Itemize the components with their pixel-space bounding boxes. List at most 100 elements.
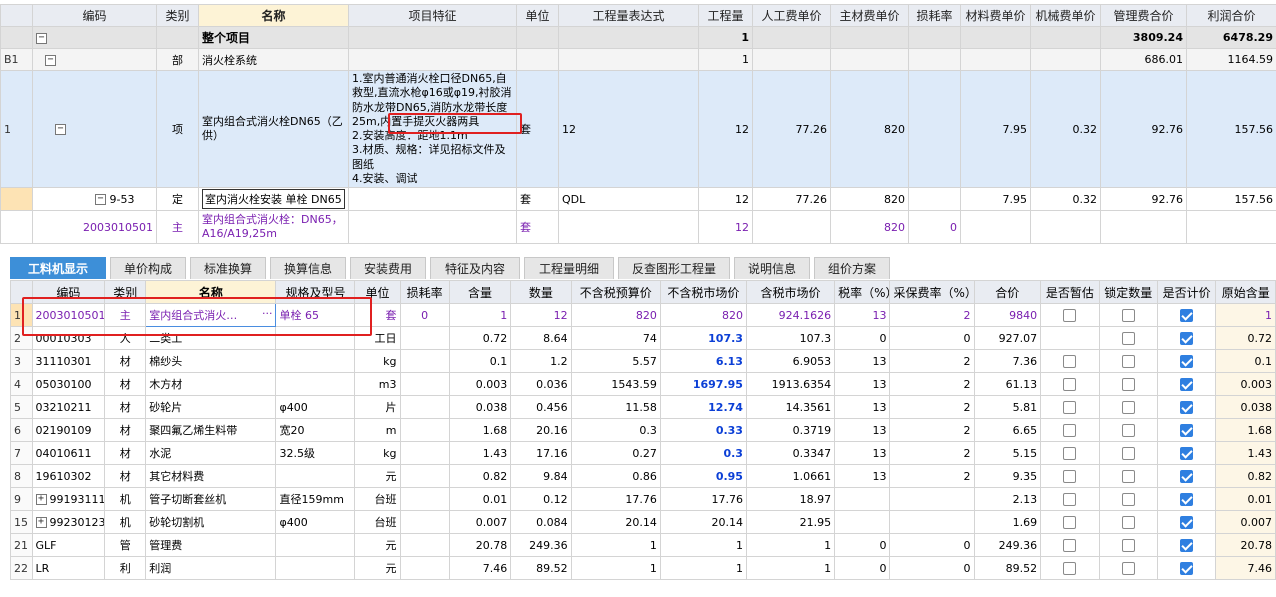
col-labor[interactable]: 人工费单价 <box>752 4 831 27</box>
col-code[interactable]: 编码 <box>31 280 106 304</box>
resource-row[interactable]: 8 19610302 材其它材料费元 0.82 9.84 0.86 0.95 1.0661 13… <box>10 464 1276 488</box>
row-main-material[interactable]: 2003010501 主 室内组合式消火栓：DN65，A16/A19,25m 套… <box>0 210 1276 244</box>
estimate-checkbox[interactable] <box>1063 469 1077 483</box>
col-features[interactable]: 项目特征 <box>348 4 517 27</box>
content-cell[interactable]: 0.01 <box>448 487 512 511</box>
col-content[interactable]: 含量 <box>448 280 512 304</box>
col-qty[interactable]: 工程量 <box>698 4 753 27</box>
market-cell[interactable]: 12.74 <box>659 395 747 419</box>
estimate-checkbox[interactable] <box>1063 561 1077 575</box>
content-cell[interactable]: 1.43 <box>448 441 512 465</box>
tab-standard-conversion[interactable]: 标准换算 <box>190 257 266 279</box>
priced-checkbox[interactable] <box>1180 354 1194 368</box>
col-loss[interactable]: 损耗率 <box>908 4 961 27</box>
col-fee-rate[interactable]: 采保费率（%） <box>889 280 975 304</box>
resource-row[interactable]: 1 2003010501 主室内组合式消火… ··· 单栓 65 套 0 1 12 820 820 9… <box>10 303 1276 327</box>
market-cell[interactable]: 17.76 <box>659 487 747 511</box>
col-original[interactable]: 原始含量 <box>1215 280 1276 304</box>
col-spec[interactable]: 规格及型号 <box>275 280 356 304</box>
expr-cell[interactable]: QDL <box>558 187 699 211</box>
content-cell[interactable]: 0.72 <box>448 326 512 350</box>
market-cell[interactable]: 0.3 <box>659 441 747 465</box>
name-cell[interactable]: 水泥 <box>145 441 277 465</box>
spec-cell[interactable] <box>275 349 356 373</box>
resource-row[interactable]: 6 02190109 材聚四氟乙烯生料带 宽20 m 1.68 20.16 0.3 0.33 0.… <box>10 418 1276 442</box>
resource-row[interactable]: 2 00010303 人二类工 工日 0.72 8.64 74 107.3 107.3 0 0 927… <box>10 326 1276 350</box>
col-priced[interactable]: 是否计价 <box>1156 280 1217 304</box>
features-cell[interactable]: 1.室内普通消火栓口径DN65,自救型,直流水枪φ16或φ19,衬胶消防水龙带D… <box>348 70 517 188</box>
resource-row[interactable]: 21 GLF 管管理费元 20.78 249.36 1 1 1 0 0 249.36 20.78 <box>10 533 1276 557</box>
content-cell[interactable]: 0.1 <box>448 349 512 373</box>
estimate-checkbox[interactable] <box>1063 308 1077 322</box>
name-cell[interactable]: 砂轮切割机 <box>145 510 277 534</box>
name-cell[interactable]: 室内消火栓安装 单栓 DN65 <box>198 187 349 211</box>
col-market-price-tax[interactable]: 含税市场价 <box>745 280 836 304</box>
priced-checkbox[interactable] <box>1180 469 1194 483</box>
market-cell[interactable]: 20.14 <box>659 510 747 534</box>
row-quota[interactable]: − 9-53 定 室内消火栓安装 单栓 DN65 套 QDL 12 77.26 … <box>0 187 1276 211</box>
resource-row[interactable]: 3 31110301 材棉纱头 kg 0.1 1.2 5.57 6.13 6.9053 13 2 7.… <box>10 349 1276 373</box>
priced-checkbox[interactable] <box>1180 377 1194 391</box>
spec-cell[interactable] <box>275 556 356 580</box>
row-bill-item[interactable]: 1 − 项 室内组合式消火栓DN65（乙供） 1.室内普通消火栓口径DN65,自… <box>0 70 1276 188</box>
name-cell[interactable]: 二类工 <box>145 326 277 350</box>
expr-cell[interactable]: 12 <box>558 70 699 188</box>
tab-reverse-graphic[interactable]: 反查图形工程量 <box>618 257 730 279</box>
name-cell[interactable]: 利润 <box>145 556 277 580</box>
col-profit[interactable]: 利润合价 <box>1186 4 1276 27</box>
estimate-checkbox[interactable] <box>1063 423 1077 437</box>
tab-features-content[interactable]: 特征及内容 <box>430 257 520 279</box>
market-cell[interactable]: 820 <box>659 303 747 327</box>
collapse-icon[interactable]: − <box>55 124 66 135</box>
content-cell[interactable]: 0.82 <box>448 464 512 488</box>
estimate-checkbox[interactable] <box>1063 446 1077 460</box>
estimate-checkbox[interactable] <box>1063 400 1077 414</box>
lock-checkbox[interactable] <box>1121 400 1135 414</box>
name-cell[interactable]: 其它材料费 <box>145 464 277 488</box>
col-main-mat[interactable]: 主材费单价 <box>830 4 909 27</box>
content-cell[interactable]: 7.46 <box>448 556 512 580</box>
content-cell[interactable]: 0.007 <box>448 510 512 534</box>
name-cell[interactable]: 管子切断套丝机 <box>145 487 277 511</box>
spec-cell[interactable]: 32.5级 <box>275 441 356 465</box>
market-cell[interactable]: 1 <box>659 533 747 557</box>
estimate-checkbox[interactable] <box>1063 492 1077 506</box>
estimate-checkbox[interactable] <box>1063 354 1077 368</box>
market-cell[interactable]: 1 <box>659 556 747 580</box>
lock-checkbox[interactable] <box>1121 515 1135 529</box>
ellipsis-button[interactable]: ··· <box>262 307 273 320</box>
spec-cell[interactable]: 直径159mm <box>275 487 356 511</box>
content-cell[interactable]: 0.038 <box>448 395 512 419</box>
collapse-icon[interactable]: − <box>45 54 56 66</box>
resource-row[interactable]: 15 +99230123 机砂轮切割机 φ400 台班 0.007 0.084 20.14 20… <box>10 510 1276 534</box>
lock-checkbox[interactable] <box>1121 354 1135 368</box>
content-cell[interactable]: 20.78 <box>448 533 512 557</box>
priced-checkbox[interactable] <box>1180 400 1194 414</box>
lock-checkbox[interactable] <box>1121 561 1135 575</box>
priced-checkbox[interactable] <box>1180 561 1194 575</box>
content-cell[interactable]: 1.68 <box>448 418 512 442</box>
lock-checkbox[interactable] <box>1121 308 1135 322</box>
priced-checkbox[interactable] <box>1180 538 1194 552</box>
name-cell[interactable]: 聚四氟乙烯生料带 <box>145 418 277 442</box>
market-cell[interactable]: 0.95 <box>659 464 747 488</box>
name-editor[interactable]: 室内消火栓安装 单栓 DN65 <box>202 189 345 209</box>
estimate-checkbox[interactable] <box>1063 538 1077 552</box>
col-name[interactable]: 名称 <box>145 280 277 304</box>
name-cell[interactable]: 木方材 <box>145 372 277 396</box>
priced-checkbox[interactable] <box>1180 446 1194 460</box>
priced-checkbox[interactable] <box>1180 308 1194 322</box>
spec-cell[interactable] <box>275 464 356 488</box>
col-mat[interactable]: 材料费单价 <box>960 4 1031 27</box>
lock-checkbox[interactable] <box>1121 446 1135 460</box>
col-budget-price[interactable]: 不含税预算价 <box>570 280 661 304</box>
priced-checkbox[interactable] <box>1180 492 1194 506</box>
priced-checkbox[interactable] <box>1180 423 1194 437</box>
name-cell[interactable]: 室内组合式消火栓：DN65，A16/A19,25m <box>198 210 349 244</box>
col-unit[interactable]: 单位 <box>516 4 559 27</box>
col-unit[interactable]: 单位 <box>354 280 401 304</box>
priced-checkbox[interactable] <box>1180 331 1194 345</box>
collapse-icon[interactable]: − <box>95 194 106 205</box>
estimate-checkbox[interactable] <box>1063 377 1077 391</box>
market-cell[interactable]: 107.3 <box>659 326 747 350</box>
